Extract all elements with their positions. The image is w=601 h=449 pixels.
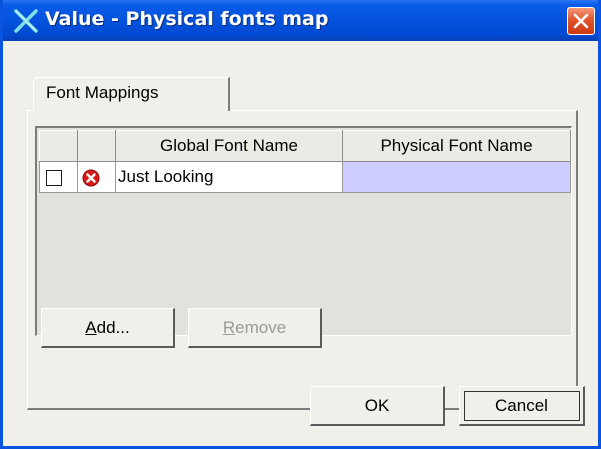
- dialog-window: Value - Physical fonts map Font Mappings: [0, 0, 601, 449]
- remove-button-mnemonic: R: [222, 318, 236, 337]
- close-icon: [573, 13, 589, 29]
- title-bar[interactable]: Value - Physical fonts map: [3, 0, 598, 41]
- table-header-row: Global Font Name Physical Font Name: [39, 130, 571, 162]
- tab-label: Font Mappings: [46, 83, 159, 102]
- cancel-button-label: Cancel: [495, 396, 548, 415]
- row-select-cell[interactable]: [39, 161, 78, 193]
- error-icon: [82, 169, 100, 187]
- add-button-label: dd...: [96, 318, 130, 337]
- tab-font-mappings[interactable]: Font Mappings: [33, 77, 230, 111]
- column-header-status[interactable]: [77, 130, 116, 162]
- row-status-cell: [77, 161, 116, 193]
- global-font-name-cell[interactable]: Just Looking: [115, 161, 343, 193]
- cancel-button[interactable]: Cancel: [459, 386, 585, 426]
- window-title: Value - Physical fonts map: [45, 8, 329, 30]
- remove-button[interactable]: Remove: [188, 308, 322, 348]
- physical-font-name-cell[interactable]: [342, 161, 571, 193]
- close-button[interactable]: [567, 7, 595, 35]
- ok-button-label: OK: [364, 396, 390, 415]
- add-button[interactable]: Add...: [41, 308, 175, 348]
- x-logo-icon: [14, 9, 38, 33]
- dialog-content: Font Mappings Global Font Name Physical …: [13, 46, 593, 444]
- font-mappings-table[interactable]: Global Font Name Physical Font Name Just…: [35, 126, 572, 336]
- column-header-physical-font-name[interactable]: Physical Font Name: [342, 130, 571, 162]
- remove-button-label: emove: [235, 318, 287, 337]
- table-row[interactable]: Just Looking: [39, 161, 571, 193]
- add-button-mnemonic: A: [85, 318, 97, 337]
- ok-button[interactable]: OK: [310, 386, 445, 426]
- column-header-global-font-name[interactable]: Global Font Name: [115, 130, 343, 162]
- column-header-select[interactable]: [39, 130, 78, 162]
- row-checkbox[interactable]: [46, 169, 62, 186]
